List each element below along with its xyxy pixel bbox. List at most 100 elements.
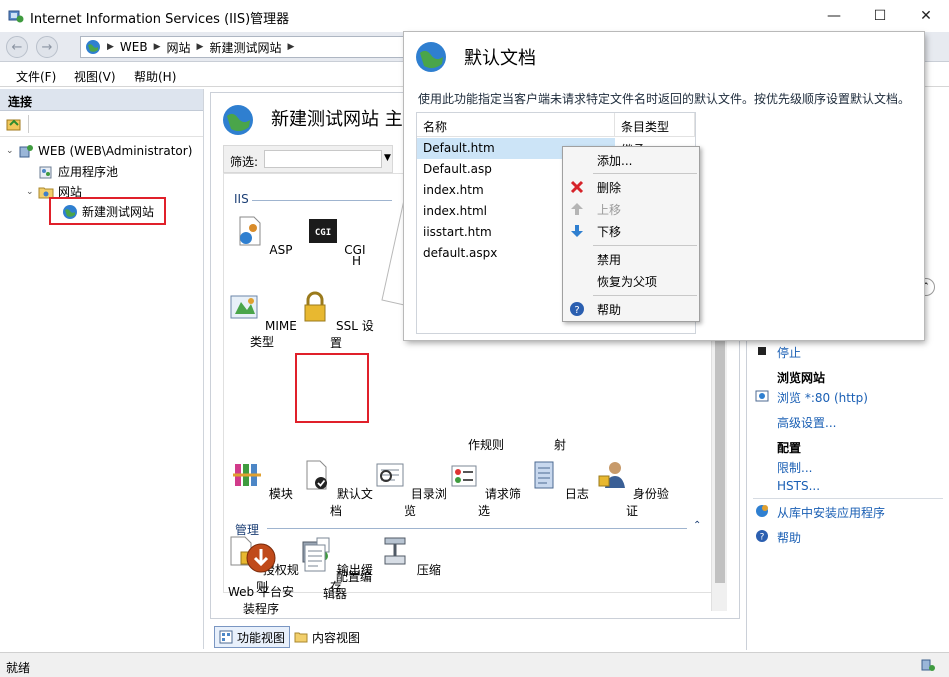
auth-user-icon [598,462,626,488]
menu-item-add[interactable]: 添加... [563,149,699,171]
action-help[interactable]: 帮助 [777,529,801,546]
collapse-icon[interactable]: ⌄ [6,146,18,156]
menu-file[interactable]: 文件(F) [16,68,56,85]
feature-label-partial-a: 作规则 [468,438,505,452]
action-advanced-settings[interactable]: 高级设置... [777,414,836,431]
feature-partial-h[interactable]: H [352,254,372,268]
feature-default-doc[interactable]: 默认文档 [298,458,374,519]
group-label-iis: IIS [234,192,249,206]
action-heading-browse: 浏览网站 [777,371,826,385]
cgi-glyph: CGI [315,228,331,238]
menu-item-delete[interactable]: 删除 [563,176,699,198]
feature-label-auth: 身份验证 [625,487,669,518]
minimize-button[interactable]: — [811,0,857,32]
filter-label: 筛选: [230,155,259,169]
feature-label-web-platform: Web 平台安 装程序 [228,585,294,616]
breadcrumb[interactable]: ▶ WEB ▶ 网站 ▶ 新建测试网站 ▶ [80,36,410,58]
collapse-icon[interactable]: ⌄ [26,187,38,197]
menu-item-revert[interactable]: 恢复为父项 [563,270,699,292]
feature-req-filter[interactable]: 请求筛选 [446,458,522,519]
breadcrumb-sites[interactable]: 网站 [167,39,191,56]
action-stop[interactable]: 停止 [777,344,801,361]
collapse-group-icon[interactable]: ⌃ [693,520,701,531]
connect-icon[interactable] [6,116,22,132]
feature-cgi[interactable]: CGI CGI [298,214,374,257]
filter-input[interactable] [264,150,382,168]
action-install-gallery[interactable]: 从库中安装应用程序 [777,504,885,521]
breadcrumb-site[interactable]: 新建测试网站 [209,39,281,56]
feature-asp[interactable]: ASP [224,214,300,257]
globe-icon [223,105,253,135]
feature-label-req-filter: 请求筛选 [477,487,521,518]
feature-label-compression: 压缩 [416,563,441,577]
globe-icon [86,40,100,54]
column-header-type[interactable]: 条目类型 [615,113,695,137]
window-title: Internet Information Services (IIS)管理器 [30,12,290,27]
document-icon [306,460,328,490]
dropdown-icon[interactable]: ▼ [384,153,391,163]
globe-icon [416,42,446,72]
action-hsts[interactable]: HSTS... [777,479,820,493]
action-limits[interactable]: 限制... [777,459,812,476]
forward-button[interactable]: → [36,36,58,58]
directory-browse-icon [376,463,404,487]
back-button[interactable]: ← [6,36,28,58]
feature-label-dir-browse: 目录浏览 [403,487,447,518]
menu-label-delete: 删除 [597,181,622,195]
maximize-button[interactable]: ☐ [857,0,903,32]
menu-label-move-up: 上移 [597,203,622,217]
tree-label-server: WEB (WEB\Administrator) [38,144,193,158]
column-header-name[interactable]: 名称 [417,113,615,137]
feature-web-platform[interactable]: Web 平台安 装程序 [223,541,299,618]
web-platform-installer-icon [246,543,276,573]
menu-item-move-up[interactable]: 上移 [563,198,699,220]
feature-mime[interactable]: MIME 类型 [224,290,300,350]
action-divider [753,498,943,499]
menu-separator [593,295,697,296]
breadcrumb-sep: ▶ [196,42,204,52]
breadcrumb-sep: ▶ [287,42,295,52]
stop-icon [758,347,766,355]
forward-arrow-icon: → [41,39,53,55]
breadcrumb-sep: ▶ [153,42,161,52]
menu-label-move-down: 下移 [597,225,622,239]
menu-item-help[interactable]: ? 帮助 [563,298,699,320]
connections-toolbar [0,111,203,137]
browse-icon [755,390,769,402]
back-arrow-icon: ← [11,39,23,55]
menu-item-move-down[interactable]: 下移 [563,220,699,242]
feature-logging[interactable]: 日志 [520,458,596,502]
menu-help[interactable]: 帮助(H) [134,68,176,85]
feature-auth[interactable]: 身份验证 [594,458,670,519]
action-browse[interactable]: 浏览 *:80 (http) [777,389,868,406]
tree-item-server[interactable]: ⌄ WEB (WEB\Administrator) [6,143,192,159]
action-heading-config: 配置 [777,441,802,455]
tree-item-app-pools[interactable]: 应用程序池 [38,163,118,180]
delete-x-icon [570,180,584,194]
feature-label-default-doc: 默认文档 [329,487,373,518]
menu-label-help: 帮助 [597,303,622,317]
menu-item-disable[interactable]: 禁用 [563,248,699,270]
feature-config-editor[interactable]: 配置编辑器 [297,541,373,602]
config-editor-icon [304,544,326,572]
arrow-down-icon [571,225,583,237]
feature-modules[interactable]: 模块 [224,458,300,502]
feature-compression[interactable]: 压缩 [372,534,448,578]
menu-view[interactable]: 视图(V) [74,68,116,85]
feature-dir-browse[interactable]: 目录浏览 [372,458,448,519]
connections-header: 连接 [0,89,203,111]
features-view-icon [219,630,233,644]
feature-label-asp: ASP [269,243,293,257]
tab-features-view[interactable]: 功能视图 [214,626,291,648]
tab-content-view[interactable]: 内容视图 [290,626,364,648]
tree-label-app-pools: 应用程序池 [58,165,119,179]
gallery-install-icon [756,505,768,517]
breadcrumb-sep: ▶ [107,42,114,52]
breadcrumb-web[interactable]: WEB [120,40,148,54]
close-button[interactable]: ✕ [903,0,949,32]
menu-separator [593,173,697,174]
content-view-icon [294,632,308,643]
feature-ssl[interactable]: SSL 设置 [298,290,374,351]
server-icon [19,145,33,158]
page-title: 新建测试网站 主页 [271,109,421,130]
